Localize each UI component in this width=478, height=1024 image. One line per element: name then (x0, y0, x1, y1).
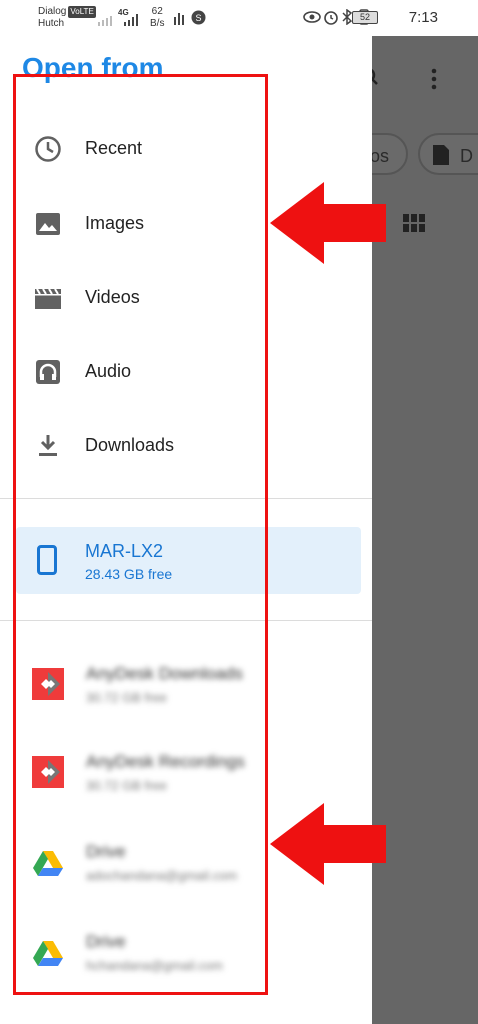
eye-comfort-icon (303, 11, 321, 23)
alarm-icon (324, 11, 338, 25)
volte-badge: VoLTE (68, 6, 96, 18)
svg-text:S: S (195, 13, 201, 23)
annotation-highlight-box (13, 74, 268, 995)
screen: Dialog VoLTE Hutch 4G 62 B/s S 52 7:13 os … (0, 0, 478, 1024)
annotation-arrow-icon (270, 182, 386, 264)
more-vert-icon (431, 68, 437, 90)
carrier-info: Dialog VoLTE Hutch (38, 6, 96, 30)
annotation-arrow-icon (270, 803, 386, 885)
carrier-2: Hutch (38, 18, 65, 29)
clock-time: 7:13 (408, 9, 438, 26)
document-icon (433, 145, 449, 165)
filter-chip-1: os (372, 133, 408, 175)
app-notification-icon: S (191, 10, 206, 25)
carrier-1: Dialog (38, 6, 67, 17)
search-icon (372, 68, 378, 85)
network-type: 4G (118, 8, 129, 17)
status-bar: Dialog VoLTE Hutch 4G 62 B/s S 52 7:13 (0, 0, 478, 36)
filter-chip-2: D (418, 133, 478, 175)
network-speed: 62 B/s (150, 6, 165, 29)
bluetooth-icon (342, 9, 352, 25)
battery-icon: 52 (352, 11, 378, 24)
stats-icon (174, 13, 184, 25)
grid-view-icon (403, 214, 425, 232)
